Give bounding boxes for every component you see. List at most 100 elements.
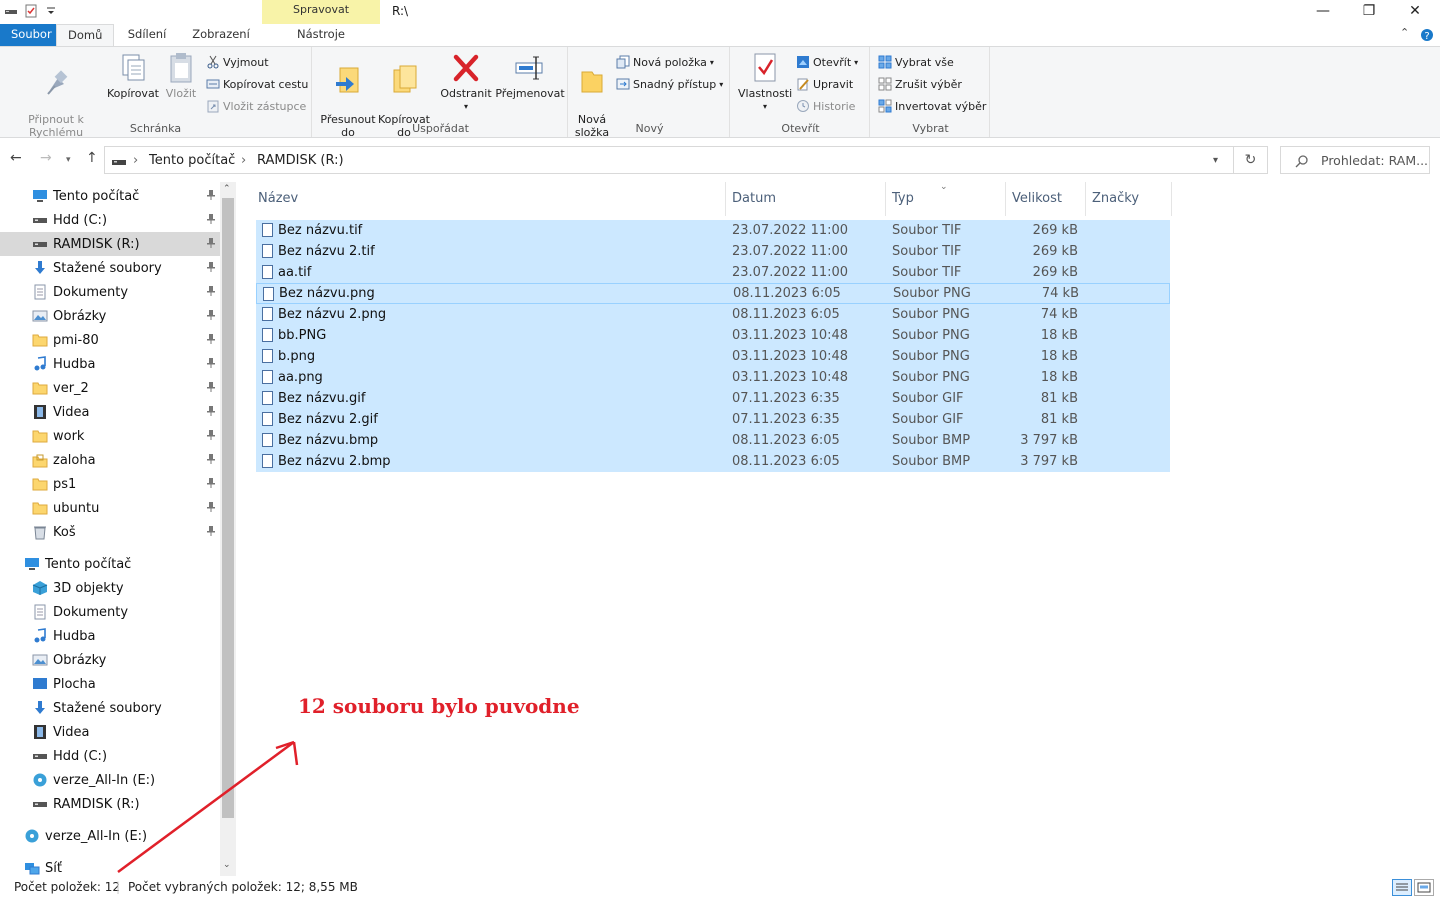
up-arrow-icon[interactable]: ↑	[86, 150, 98, 166]
sidebar-item[interactable]: Videa	[0, 720, 220, 744]
sidebar-item[interactable]: Hudba	[0, 624, 220, 648]
recent-locations-icon[interactable]: ▾	[66, 155, 71, 165]
refresh-icon[interactable]: ↻	[1234, 146, 1268, 174]
close-button[interactable]: ✕	[1392, 0, 1438, 24]
file-name: Bez názvu 2.gif	[278, 412, 378, 427]
rename-button[interactable]: Přejmenovat	[494, 51, 566, 100]
address-bar[interactable]: › Tento počítač › RAMDISK (R:) ▾	[104, 146, 1234, 174]
file-row[interactable]: bb.PNG 03.11.2023 10:48 Soubor PNG 18 kB	[256, 325, 1170, 346]
navigation-pane-scrollbar[interactable]: ⌃ ⌄	[220, 182, 236, 876]
file-row[interactable]: b.png 03.11.2023 10:48 Soubor PNG 18 kB	[256, 346, 1170, 367]
sidebar-item[interactable]: Hdd (C:)	[0, 208, 220, 232]
file-row[interactable]: Bez názvu.tif 23.07.2022 11:00 Soubor TIF 2…	[256, 220, 1170, 241]
sidebar-item[interactable]: ps1	[0, 472, 220, 496]
pin-quick-access-button[interactable]: Připnout k Rychlému přístupu	[6, 51, 106, 152]
scroll-up-icon[interactable]: ⌃	[223, 184, 231, 194]
column-header-date[interactable]: Datum	[726, 182, 886, 216]
sidebar-item[interactable]: 3D objekty	[0, 576, 220, 600]
file-row[interactable]: aa.png 03.11.2023 10:48 Soubor PNG 18 kB	[256, 367, 1170, 388]
column-header-size[interactable]: Velikost	[1006, 182, 1086, 216]
copy-path-button[interactable]: Kopírovat cestu	[206, 77, 308, 91]
sidebar-item[interactable]: Tento počítač	[0, 552, 220, 576]
restore-button[interactable]: ❐	[1346, 0, 1392, 24]
sidebar-item[interactable]: Dokumenty	[0, 280, 220, 304]
address-history-dropdown-icon[interactable]: ▾	[1213, 155, 1218, 166]
tab-file[interactable]: Soubor	[0, 24, 56, 46]
copy-button[interactable]: Kopírovat	[106, 51, 160, 100]
sidebar-item[interactable]: Stažené soubory	[0, 696, 220, 720]
large-icons-view-icon[interactable]	[1414, 879, 1434, 896]
scrollbar-thumb[interactable]	[222, 198, 234, 818]
group-open: Vlastnosti ▾ Otevřít ▾ Upravit Historie …	[732, 47, 870, 137]
sidebar-item[interactable]: Videa	[0, 400, 220, 424]
sidebar-item[interactable]: work	[0, 424, 220, 448]
minimize-button[interactable]: —	[1300, 0, 1346, 24]
invert-selection-button[interactable]: Invertovat výběr	[878, 99, 986, 113]
tab-share[interactable]: Sdílení	[114, 24, 180, 46]
history-button[interactable]: Historie	[796, 99, 855, 113]
file-row[interactable]: Bez názvu.bmp 08.11.2023 6:05 Soubor BMP 3 …	[256, 430, 1170, 451]
file-row[interactable]: Bez názvu.png 08.11.2023 6:05 Soubor PNG 74…	[256, 283, 1170, 304]
tab-view[interactable]: Zobrazení	[180, 24, 262, 46]
open-button[interactable]: Otevřít ▾	[796, 55, 858, 69]
easy-access-button[interactable]: Snadný přístup ▾	[616, 77, 723, 91]
sidebar-item[interactable]: RAMDISK (R:)	[0, 792, 220, 816]
file-row[interactable]: Bez názvu 2.gif 07.11.2023 6:35 Soubor GIF…	[256, 409, 1170, 430]
file-row[interactable]: Bez názvu 2.png 08.11.2023 6:05 Soubor PNG…	[256, 304, 1170, 325]
sidebar-item[interactable]: Hudba	[0, 352, 220, 376]
column-header-tags[interactable]: Značky	[1086, 182, 1172, 216]
sidebar-item[interactable]: ubuntu	[0, 496, 220, 520]
customize-qat-icon[interactable]	[44, 4, 58, 18]
breadcrumb-this-pc[interactable]: Tento počítač	[149, 153, 235, 168]
forward-arrow-icon[interactable]: →	[40, 150, 52, 166]
file-size: 3 797 kB	[1020, 454, 1078, 469]
breadcrumb-ramdisk[interactable]: RAMDISK (R:)	[257, 153, 344, 168]
sidebar-item[interactable]: RAMDISK (R:)	[0, 232, 220, 256]
breadcrumb-separator-icon[interactable]: ›	[133, 153, 138, 168]
file-row[interactable]: Bez názvu 2.bmp 08.11.2023 6:05 Soubor BMP…	[256, 451, 1170, 472]
back-arrow-icon[interactable]: ←	[10, 150, 22, 166]
group-clipboard-label: Schránka	[129, 122, 182, 135]
annotation-text: 12 souboru bylo puvodne	[298, 694, 580, 718]
select-all-button[interactable]: Vybrat vše	[878, 55, 954, 69]
file-row[interactable]: Bez názvu.gif 07.11.2023 6:35 Soubor GIF 81…	[256, 388, 1170, 409]
new-item-button[interactable]: Nová položka ▾	[616, 55, 714, 69]
sidebar-item[interactable]: Tento počítač	[0, 184, 220, 208]
properties-button[interactable]: Vlastnosti ▾	[738, 51, 792, 113]
sidebar-item[interactable]: Obrázky	[0, 304, 220, 328]
drive-icon[interactable]	[4, 4, 18, 18]
properties-icon[interactable]	[24, 4, 38, 18]
cut-button[interactable]: Vyjmout	[206, 55, 269, 69]
sidebar-item-label: zaloha	[53, 452, 96, 468]
sidebar-item[interactable]: verze_All-In (E:)	[0, 768, 220, 792]
file-row[interactable]: Bez názvu 2.tif 23.07.2022 11:00 Soubor TI…	[256, 241, 1170, 262]
column-header-name[interactable]: Název	[252, 182, 726, 216]
file-row[interactable]: aa.tif 23.07.2022 11:00 Soubor TIF 269 kB	[256, 262, 1170, 283]
tab-picture-tools[interactable]: Nástroje obrázků	[262, 24, 380, 61]
scroll-down-icon[interactable]: ⌄	[223, 860, 231, 870]
sidebar-item[interactable]: zaloha	[0, 448, 220, 472]
paste-shortcut-button[interactable]: Vložit zástupce	[206, 99, 306, 113]
pin-icon	[206, 237, 216, 249]
breadcrumb-separator-icon[interactable]: ›	[241, 153, 246, 168]
delete-button[interactable]: Odstranit ▾	[438, 51, 494, 113]
help-icon[interactable]: ?	[1420, 28, 1434, 42]
tab-home[interactable]: Domů	[56, 24, 114, 46]
edit-button[interactable]: Upravit	[796, 77, 853, 91]
sidebar-item[interactable]: pmi-80	[0, 328, 220, 352]
sidebar-item[interactable]: ver_2	[0, 376, 220, 400]
search-input[interactable]: Prohledat: RAM...	[1321, 153, 1428, 168]
sidebar-item[interactable]: Hdd (C:)	[0, 744, 220, 768]
select-none-button[interactable]: Zrušit výběr	[878, 77, 962, 91]
sidebar-item[interactable]: Dokumenty	[0, 600, 220, 624]
sidebar-item[interactable]: Plocha	[0, 672, 220, 696]
sidebar-item[interactable]: Stažené soubory	[0, 256, 220, 280]
search-box[interactable]: Prohledat: RAM...	[1280, 146, 1430, 174]
details-view-icon[interactable]	[1392, 879, 1412, 896]
sidebar-item[interactable]: verze_All-In (E:)	[0, 824, 220, 848]
paste-button[interactable]: Vložit	[162, 51, 200, 100]
collapse-ribbon-icon[interactable]: ⌃	[1400, 26, 1409, 39]
sidebar-item[interactable]: Obrázky	[0, 648, 220, 672]
sidebar-item[interactable]: Koš	[0, 520, 220, 544]
folder-icon	[32, 428, 48, 444]
